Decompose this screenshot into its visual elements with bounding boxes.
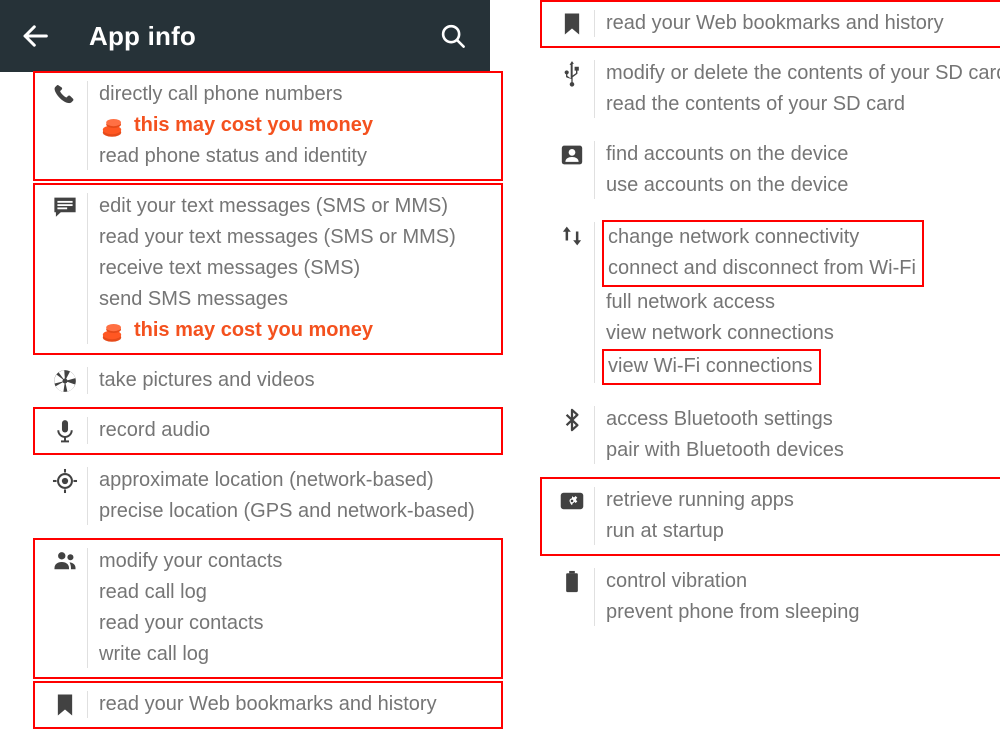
permission-group[interactable]: modify your contacts read call log read yo…	[33, 538, 503, 679]
permission-line: read your text messages (SMS or MMS)	[99, 226, 456, 248]
permission-line: use accounts on the device	[606, 174, 849, 196]
permission-line-list: record audio	[88, 415, 493, 446]
camera-shutter-icon	[43, 365, 87, 396]
running-apps-gear-icon	[550, 485, 594, 547]
permission-line-list: modify your contacts read call log read yo…	[88, 546, 493, 670]
permission-line: read your contacts	[99, 612, 264, 634]
bookmark-icon	[43, 689, 87, 720]
permission-group[interactable]: directly call phone numbers this may cost…	[33, 71, 503, 181]
microphone-icon	[43, 415, 87, 446]
permission-line-list: control vibration prevent phone from slee…	[595, 566, 1000, 628]
permission-line: prevent phone from sleeping	[606, 601, 860, 623]
coins-icon	[99, 320, 125, 344]
sms-message-icon	[43, 191, 87, 346]
permission-line: retrieve running apps	[606, 489, 794, 511]
phone-icon	[43, 79, 87, 172]
permission-group[interactable]: read your Web bookmarks and history	[540, 0, 1000, 48]
permission-line: control vibration	[606, 570, 748, 592]
permission-group[interactable]: retrieve running apps run at startup	[540, 477, 1000, 556]
permission-line-list: directly call phone numbers this may cost…	[88, 79, 493, 172]
permission-group[interactable]: read your Web bookmarks and history	[33, 681, 503, 729]
permission-line: run at startup	[606, 520, 724, 542]
cost-warning-text: this may cost you money	[134, 319, 373, 341]
cost-warning-line: this may cost you money	[99, 110, 493, 141]
permission-line-list: access Bluetooth settings pair with Bluet…	[595, 404, 1000, 466]
permission-group[interactable]: approximate location (network-based) prec…	[33, 457, 503, 536]
cost-warning-line: this may cost you money	[99, 315, 493, 346]
permission-line-list: retrieve running apps run at startup	[595, 485, 1000, 547]
permission-line: read the contents of your SD card	[606, 93, 906, 115]
permission-line: modify your contacts	[99, 550, 283, 572]
permission-group[interactable]: modify or delete the contents of your SD…	[540, 50, 1000, 129]
permission-line: edit your text messages (SMS or MMS)	[99, 195, 448, 217]
battery-icon	[550, 566, 594, 628]
permission-line: view Wi-Fi connections	[608, 355, 813, 377]
permission-line: find accounts on the device	[606, 143, 849, 165]
permission-line-list: edit your text messages (SMS or MMS) read…	[88, 191, 493, 346]
permission-line-list: read your Web bookmarks and history	[88, 689, 493, 720]
permission-line: pair with Bluetooth devices	[606, 439, 844, 461]
permission-line: access Bluetooth settings	[606, 408, 833, 430]
permission-line: read call log	[99, 581, 207, 603]
permission-line-list: read your Web bookmarks and history	[595, 8, 1000, 39]
permission-line: connect and disconnect from Wi-Fi	[608, 257, 916, 279]
permission-group[interactable]: change network connectivity connect and d…	[540, 212, 1000, 394]
permission-group[interactable]: find accounts on the device use accounts …	[540, 131, 1000, 210]
permission-line: write call log	[99, 643, 210, 665]
permissions-column-right: read your Web bookmarks and history modif…	[540, 0, 1000, 639]
contacts-people-icon	[43, 546, 87, 670]
permission-group[interactable]: record audio	[33, 407, 503, 455]
permissions-column-left: directly call phone numbers this may cost…	[33, 0, 503, 731]
account-person-icon	[550, 139, 594, 201]
permission-line-list: find accounts on the device use accounts …	[595, 139, 1000, 201]
coins-icon	[99, 115, 125, 139]
permission-line: send SMS messages	[99, 288, 288, 310]
network-updown-arrows-icon	[550, 220, 594, 385]
bluetooth-icon	[550, 404, 594, 466]
permission-line: view network connections	[606, 322, 834, 344]
permission-line: read your Web bookmarks and history	[99, 693, 437, 715]
permission-group[interactable]: control vibration prevent phone from slee…	[540, 558, 1000, 637]
permission-line: full network access	[606, 291, 775, 313]
permission-line: approximate location (network-based)	[99, 469, 434, 491]
permission-line: read your Web bookmarks and history	[606, 12, 944, 34]
permission-group[interactable]: take pictures and videos	[33, 357, 503, 405]
permission-line: directly call phone numbers	[99, 83, 343, 105]
permission-group[interactable]: access Bluetooth settings pair with Bluet…	[540, 396, 1000, 475]
permission-line: take pictures and videos	[99, 369, 315, 391]
permission-line: precise location (GPS and network-based)	[99, 500, 475, 522]
usb-icon	[550, 58, 594, 120]
permission-line: record audio	[99, 419, 211, 441]
highlight-box: view Wi-Fi connections	[602, 349, 821, 385]
permission-line-list: take pictures and videos	[88, 365, 493, 396]
permission-line: modify or delete the contents of your SD…	[606, 62, 1000, 84]
location-target-icon	[43, 465, 87, 527]
highlight-box: change network connectivity connect and d…	[602, 220, 924, 287]
bookmark-icon	[550, 8, 594, 39]
permission-line-list: change network connectivity connect and d…	[595, 220, 1000, 385]
permission-group[interactable]: edit your text messages (SMS or MMS) read…	[33, 183, 503, 355]
permission-line-list: modify or delete the contents of your SD…	[595, 58, 1000, 120]
permission-line: change network connectivity	[608, 226, 860, 248]
permission-line: receive text messages (SMS)	[99, 257, 361, 279]
cost-warning-text: this may cost you money	[134, 114, 373, 136]
permission-line: read phone status and identity	[99, 145, 367, 167]
permission-line-list: approximate location (network-based) prec…	[88, 465, 493, 527]
